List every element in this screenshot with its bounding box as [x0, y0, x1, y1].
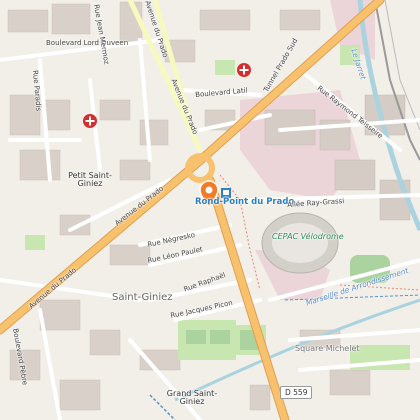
district-grand-saint-giniez: Grand Saint-Giniez	[166, 389, 218, 406]
road-shield-d559: D 559	[280, 386, 313, 399]
district-petit-saint-giniez: Petit Saint-Giniez	[68, 171, 112, 188]
square-label[interactable]: Square Michelet	[295, 345, 360, 353]
stadium-label[interactable]: CEPAC Vélodrome	[272, 233, 344, 241]
stadium-shape	[261, 212, 339, 274]
map-view[interactable]: Rond-Point du Prado CEPAC Vélodrome Squa…	[0, 0, 420, 420]
district-saint-giniez: Saint-Giniez	[112, 292, 173, 303]
station-label[interactable]: Rond-Point du Prado	[195, 198, 294, 207]
street-lord-duveen: Boulevard Lord Duveen	[46, 39, 129, 47]
